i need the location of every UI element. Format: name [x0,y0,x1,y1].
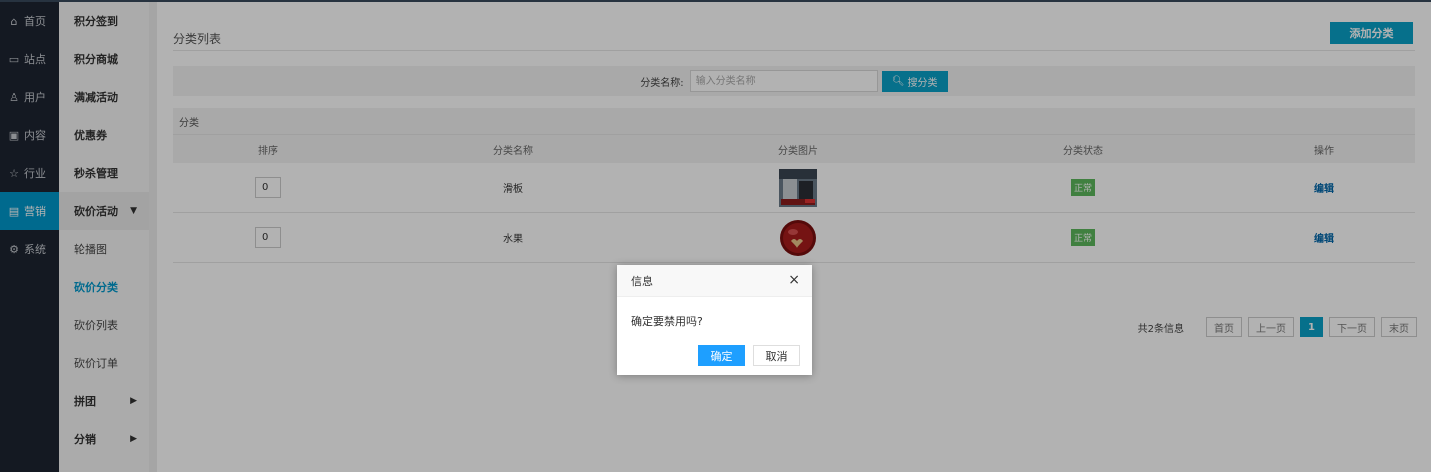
dialog-title: 信息 [631,274,653,288]
confirm-button[interactable]: 确定 [698,345,745,366]
modal-overlay[interactable] [0,0,1431,472]
cancel-button[interactable]: 取消 [753,345,800,366]
close-icon[interactable]: × [788,273,800,287]
dialog-header: 信息 × [617,265,812,297]
dialog-message: 确定要禁用吗? [631,315,703,328]
dialog-buttons: 确定 取消 [617,345,812,366]
confirm-dialog: 信息 × 确定要禁用吗? 确定 取消 [617,265,812,375]
